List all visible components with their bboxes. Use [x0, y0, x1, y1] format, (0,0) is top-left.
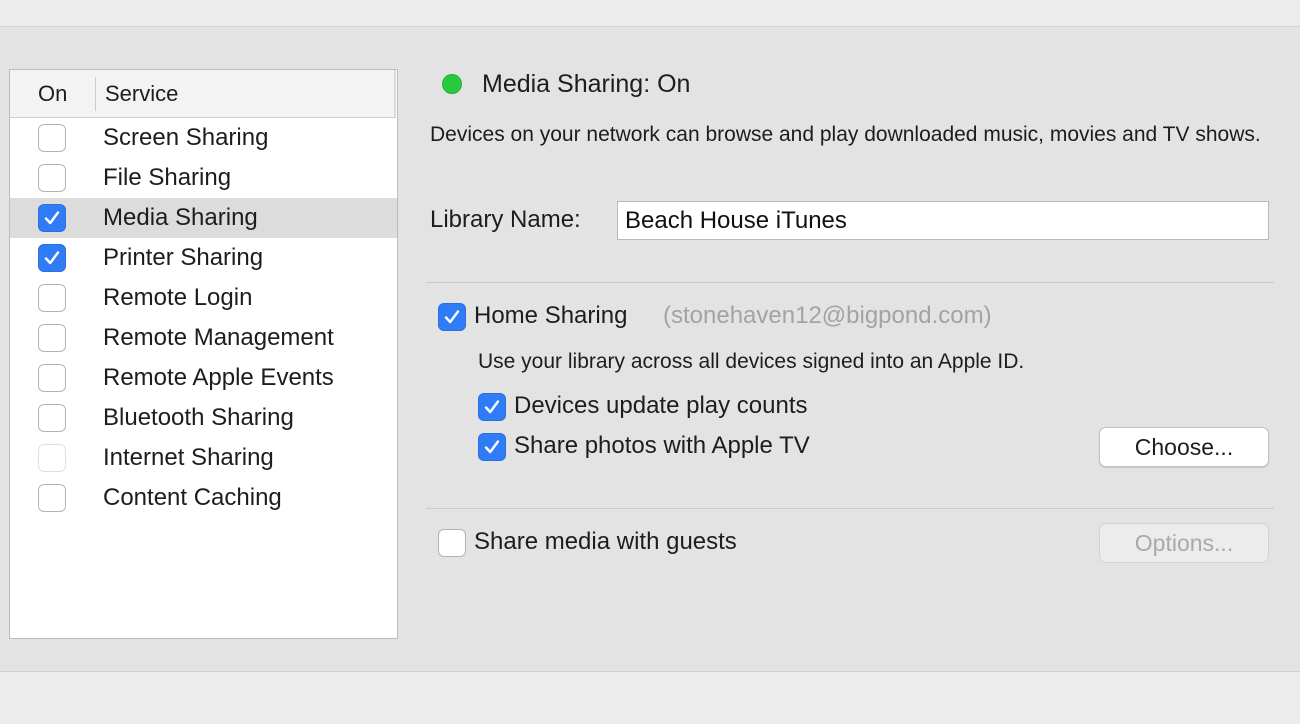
home-sharing-account: (stonehaven12@bigpond.com): [663, 302, 992, 329]
library-name-field[interactable]: [617, 201, 1269, 240]
service-label: Printer Sharing: [103, 244, 264, 271]
service-label: Remote Login: [103, 284, 253, 311]
list-header: On Service: [10, 70, 396, 118]
service-row-printer-sharing[interactable]: Printer Sharing: [10, 238, 397, 278]
service-rows: Screen Sharing File Sharing Media Sharin…: [10, 118, 397, 518]
service-description: Devices on your network can browse and p…: [430, 123, 1261, 146]
options-button[interactable]: Options...: [1099, 523, 1269, 563]
service-row-remote-login[interactable]: Remote Login: [10, 278, 397, 318]
toolbar-area: [0, 0, 1300, 27]
share-photos-checkbox[interactable]: [478, 433, 506, 461]
column-separator[interactable]: [95, 77, 96, 111]
checkmark-icon: [484, 440, 500, 454]
share-with-guests-label[interactable]: Share media with guests: [474, 528, 737, 556]
column-header-on[interactable]: On: [38, 81, 67, 107]
service-row-content-caching[interactable]: Content Caching: [10, 478, 397, 518]
home-sharing-description: Use your library across all devices sign…: [478, 350, 1025, 373]
service-row-remote-management[interactable]: Remote Management: [10, 318, 397, 358]
service-label: Remote Apple Events: [103, 364, 334, 391]
checkmark-icon: [444, 310, 460, 324]
service-label: Screen Sharing: [103, 124, 269, 151]
service-checkbox[interactable]: [38, 444, 66, 472]
service-row-bluetooth-sharing[interactable]: Bluetooth Sharing: [10, 398, 397, 438]
service-checkbox[interactable]: [38, 284, 66, 312]
update-play-counts-label[interactable]: Devices update play counts: [514, 392, 808, 420]
service-checkbox[interactable]: [38, 404, 66, 432]
home-sharing-checkbox[interactable]: [438, 303, 466, 331]
share-with-guests-checkbox[interactable]: [438, 529, 466, 557]
service-label: Bluetooth Sharing: [103, 404, 294, 431]
checkmark-icon: [484, 400, 500, 414]
service-row-remote-apple-events[interactable]: Remote Apple Events: [10, 358, 397, 398]
share-photos-label[interactable]: Share photos with Apple TV: [514, 432, 810, 460]
service-row-internet-sharing[interactable]: Internet Sharing: [10, 438, 397, 478]
status-indicator: [442, 74, 462, 94]
service-row-screen-sharing[interactable]: Screen Sharing: [10, 118, 397, 158]
divider: [426, 282, 1274, 283]
service-checkbox[interactable]: [38, 164, 66, 192]
service-list[interactable]: On Service Screen Sharing File Sharing M…: [9, 69, 398, 639]
checkmark-icon: [44, 251, 60, 265]
service-checkbox[interactable]: [38, 484, 66, 512]
service-checkbox[interactable]: [38, 244, 66, 272]
service-label: Internet Sharing: [103, 444, 274, 471]
service-row-file-sharing[interactable]: File Sharing: [10, 158, 397, 198]
service-label: Content Caching: [103, 484, 282, 511]
library-name-label: Library Name:: [430, 206, 581, 233]
service-checkbox[interactable]: [38, 364, 66, 392]
service-label: Media Sharing: [103, 204, 258, 231]
update-play-counts-checkbox[interactable]: [478, 393, 506, 421]
home-sharing-label[interactable]: Home Sharing: [474, 302, 627, 330]
service-label: Remote Management: [103, 324, 334, 351]
service-row-media-sharing[interactable]: Media Sharing: [10, 198, 397, 238]
choose-button[interactable]: Choose...: [1099, 427, 1269, 467]
service-checkbox[interactable]: [38, 124, 66, 152]
status-title: Media Sharing: On: [482, 70, 691, 98]
divider: [426, 508, 1274, 509]
service-checkbox[interactable]: [38, 324, 66, 352]
service-checkbox[interactable]: [38, 204, 66, 232]
checkmark-icon: [44, 211, 60, 225]
service-label: File Sharing: [103, 164, 232, 191]
bottom-bar: [0, 671, 1300, 724]
column-header-service[interactable]: Service: [105, 81, 178, 107]
